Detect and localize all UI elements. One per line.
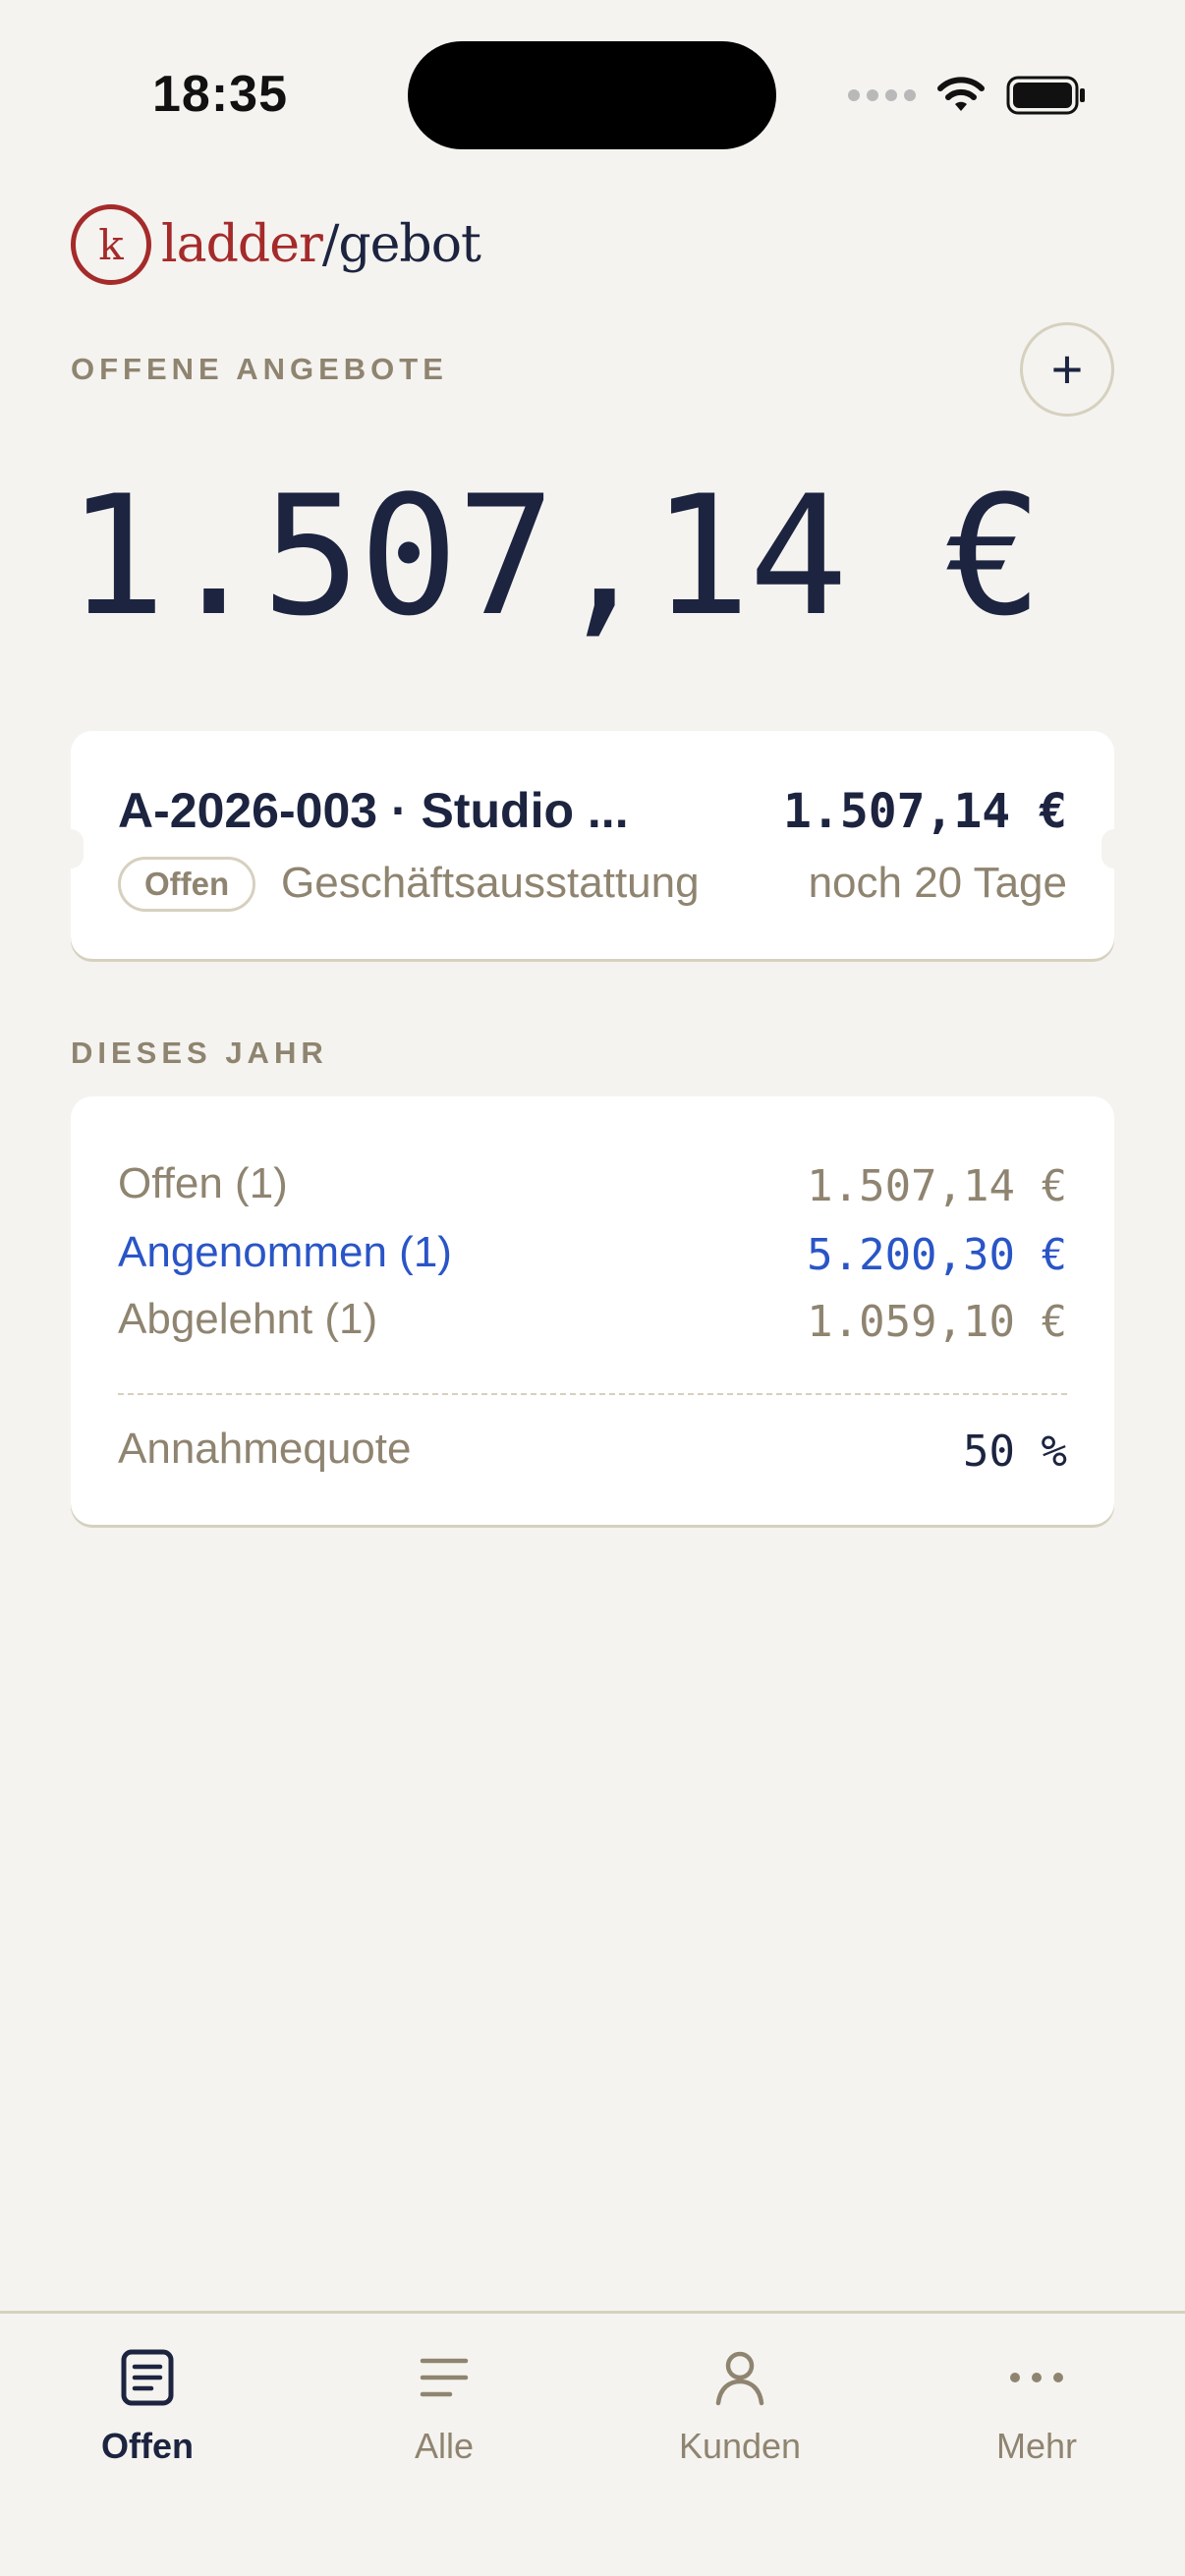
stat-value: 5.200,30 € [807, 1230, 1067, 1280]
open-offers-total: 1.507,14 € [67, 460, 1043, 652]
stat-row-declined: Abgelehnt (1) 1.059,10 € [118, 1295, 1067, 1354]
offer-amount: 1.507,14 € [783, 784, 1067, 839]
document-icon [121, 2349, 174, 2406]
more-icon [1010, 2373, 1063, 2382]
stat-value: 1.507,14 € [807, 1161, 1067, 1211]
stat-label: Offen (1) [118, 1159, 288, 1207]
tab-open[interactable]: Offen [29, 2343, 265, 2467]
offer-card[interactable]: A-2026-003 · Studio ... 1.507,14 € Offen… [58, 731, 1127, 959]
stat-label: Abgelehnt (1) [118, 1295, 378, 1343]
stat-row-open: Offen (1) 1.507,14 € [118, 1159, 1067, 1218]
stat-row-accepted: Angenommen (1) 5.200,30 € [118, 1228, 1067, 1287]
tab-customers[interactable]: Kunden [622, 2343, 858, 2467]
stat-row-acceptance-rate: Annahmequote 50 % [118, 1425, 1067, 1484]
logo-product: gebot [338, 215, 481, 274]
logo-wordmark: ladder/gebot [161, 215, 481, 274]
section-label-open-offers: OFFENE ANGEBOTE [71, 352, 448, 386]
logo-separator: / [321, 215, 340, 274]
status-badge: Offen [118, 857, 256, 912]
wifi-icon [937, 77, 985, 111]
acceptance-rate-value: 50 % [963, 1427, 1067, 1477]
card-notch-left [58, 829, 84, 868]
tab-label: Kunden [678, 2426, 802, 2466]
stat-value: 1.059,10 € [807, 1297, 1067, 1347]
list-icon [420, 2358, 469, 2397]
tab-label: Mehr [995, 2426, 1078, 2466]
year-summary-card: Offen (1) 1.507,14 € Angenommen (1) 5.20… [71, 1096, 1114, 1525]
app-logo: k ladder/gebot [71, 204, 481, 285]
offer-title: A-2026-003 · Studio ... [118, 783, 629, 838]
add-offer-button[interactable]: + [1020, 322, 1114, 417]
dynamic-island [408, 41, 776, 149]
card-notch-right [1101, 829, 1127, 868]
tab-more[interactable]: Mehr [919, 2343, 1155, 2467]
screen: 18:35 k ladder/gebot OFFENE ANGEBOTE + 1… [0, 0, 1185, 2576]
status-indicators [848, 71, 1087, 120]
tab-all[interactable]: Alle [326, 2343, 562, 2467]
tab-bar: Offen Alle Kunden Mehr [0, 2311, 1185, 2576]
battery-icon [1006, 76, 1085, 115]
offer-category: Geschäftsausstattung [281, 859, 700, 907]
status-time: 18:35 [152, 66, 288, 123]
logo-brand: ladder [161, 215, 323, 274]
tab-label: Offen [101, 2426, 194, 2466]
divider [118, 1393, 1067, 1395]
cellular-signal-icon [848, 89, 916, 101]
acceptance-rate-label: Annahmequote [118, 1425, 412, 1473]
tab-label: Alle [414, 2426, 475, 2466]
logo-emblem: k [71, 204, 151, 285]
offer-due: noch 20 Tage [808, 859, 1067, 907]
person-icon [715, 2351, 764, 2406]
stat-label: Angenommen (1) [118, 1228, 452, 1276]
section-label-this-year: DIESES JAHR [71, 1036, 328, 1070]
